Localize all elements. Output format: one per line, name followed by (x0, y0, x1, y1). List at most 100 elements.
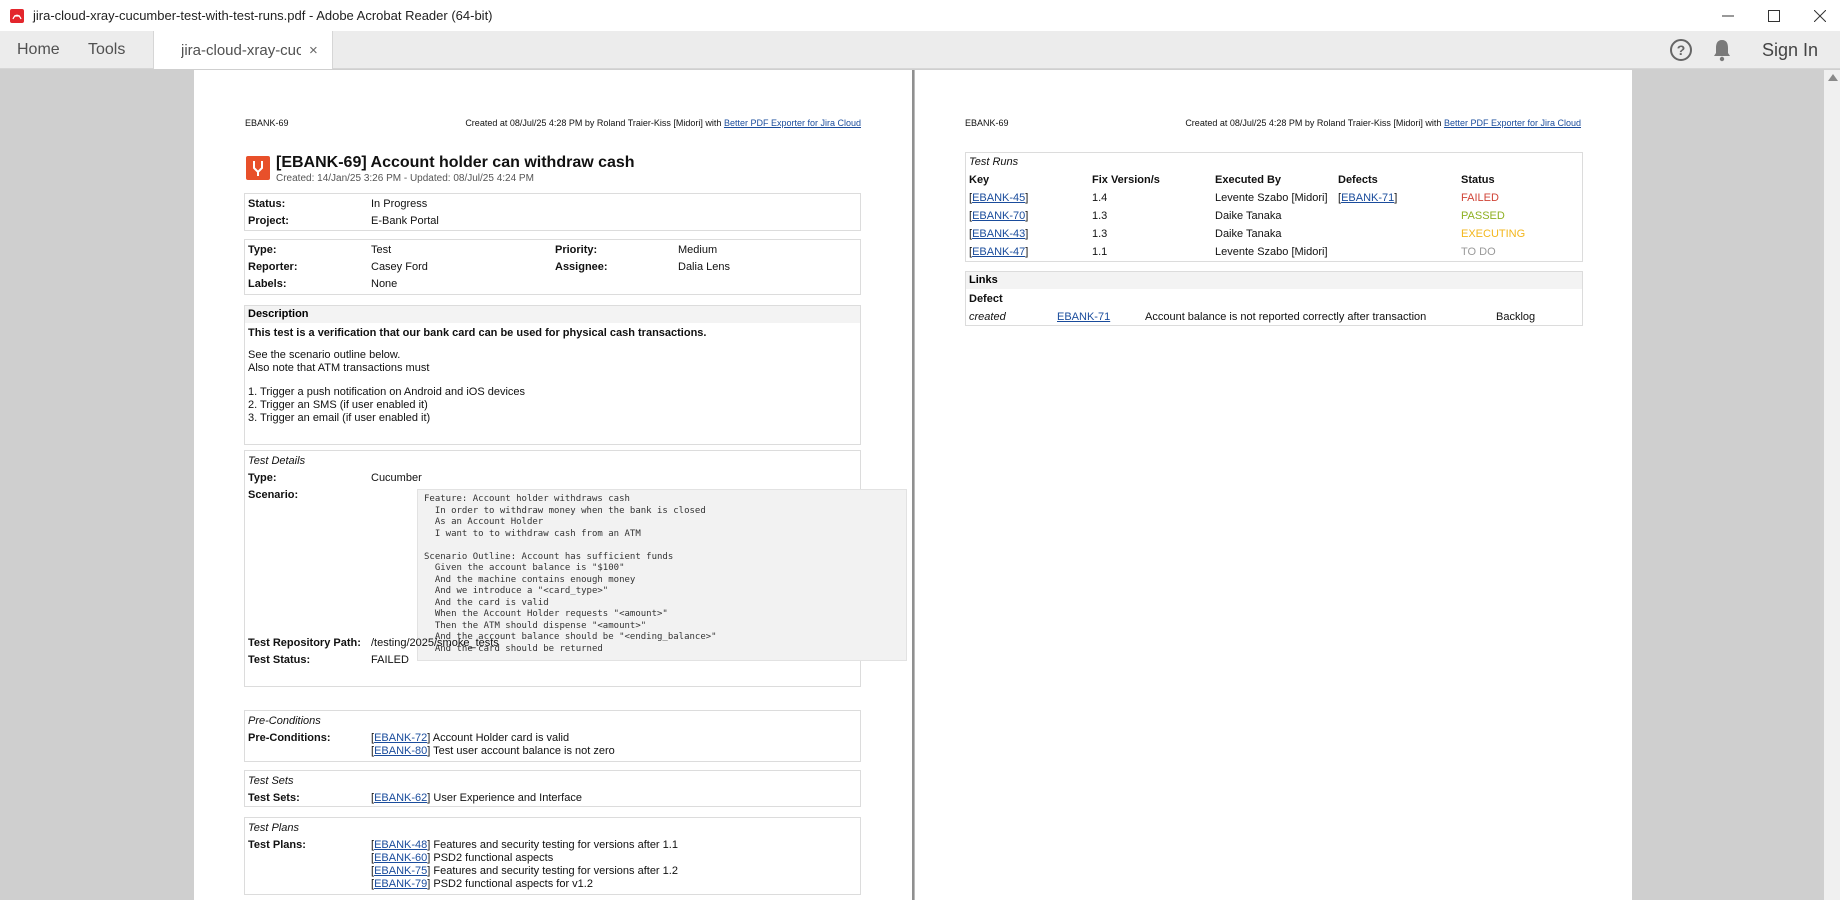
reporter-label: Reporter: (248, 261, 298, 273)
run-status: PASSED (1461, 210, 1505, 222)
test-set-item: [EBANK-62] User Experience and Interface (371, 792, 582, 804)
test-status-value: FAILED (371, 654, 409, 666)
precondition-item: [EBANK-80] Test user account balance is … (371, 745, 615, 757)
run-key: [EBANK-43] (969, 228, 1029, 240)
run-defect-link[interactable]: EBANK-71 (1341, 192, 1394, 204)
test-status-label: Test Status: (248, 654, 311, 666)
test-plan-link[interactable]: EBANK-79 (374, 878, 427, 890)
description-item: 3. Trigger an email (if user enabled it) (248, 412, 431, 424)
run-status: FAILED (1461, 192, 1499, 204)
tab-bar: Home Tools jira-cloud-xray-cuc... × ? Si… (0, 31, 1840, 69)
description-item: 2. Trigger an SMS (if user enabled it) (248, 399, 428, 411)
col-fix-version: Fix Version/s (1092, 174, 1160, 186)
page-header-key: EBANK-69 (245, 118, 289, 128)
notification-bell-icon[interactable] (1711, 37, 1733, 63)
scenario-code-block: Feature: Account holder withdraws cash I… (417, 489, 907, 661)
exporter-link[interactable]: Better PDF Exporter for Jira Cloud (1444, 118, 1581, 128)
run-key-link[interactable]: EBANK-47 (972, 246, 1025, 258)
priority-label: Priority: (555, 244, 598, 256)
run-executed-by: Daike Tanaka (1215, 228, 1282, 240)
test-runs-heading: Test Runs (969, 156, 1019, 168)
run-version: 1.3 (1092, 228, 1108, 240)
run-version: 1.1 (1092, 246, 1108, 258)
repo-path-value: /testing/2025/smoke_tests (371, 637, 499, 649)
close-window-button[interactable] (1797, 0, 1840, 31)
title-bar: jira-cloud-xray-cucumber-test-with-test-… (0, 0, 1840, 31)
tab-close-icon[interactable]: × (309, 42, 318, 59)
document-tab-label: jira-cloud-xray-cuc... (181, 41, 301, 59)
status-value: In Progress (371, 198, 428, 210)
page-header-created: Created at 08/Jul/25 4:28 PM by Roland T… (465, 118, 861, 128)
sign-in-button[interactable]: Sign In (1762, 31, 1818, 69)
run-executed-by: Levente Szabo [Midori] (1215, 246, 1328, 258)
exporter-link[interactable]: Better PDF Exporter for Jira Cloud (724, 118, 861, 128)
preconditions-box: Pre-Conditions Pre-Conditions: [EBANK-72… (244, 710, 861, 762)
page-header-created-text: Created at 08/Jul/25 4:28 PM by Roland T… (1185, 118, 1444, 128)
issue-meta: Created: 14/Jan/25 3:26 PM - Updated: 08… (276, 173, 534, 184)
scroll-up-icon[interactable] (1828, 74, 1838, 81)
page-header-key: EBANK-69 (965, 118, 1009, 128)
document-tab[interactable]: jira-cloud-xray-cuc... × (153, 31, 333, 69)
run-executed-by: Daike Tanaka (1215, 210, 1282, 222)
run-status: EXECUTING (1461, 228, 1526, 240)
test-plan-link[interactable]: EBANK-60 (374, 852, 427, 864)
preconditions-label: Pre-Conditions: (248, 732, 331, 744)
window-title: jira-cloud-xray-cucumber-test-with-test-… (33, 8, 493, 23)
links-box: Links Defect created EBANK-71 Account ba… (965, 271, 1583, 326)
run-executed-by: Levente Szabo [Midori] (1215, 192, 1328, 204)
run-key-link[interactable]: EBANK-45 (972, 192, 1025, 204)
run-key-link[interactable]: EBANK-70 (972, 210, 1025, 222)
type-label: Type: (248, 244, 277, 256)
test-plan-link[interactable]: EBANK-75 (374, 865, 427, 877)
type-value: Test (371, 244, 392, 256)
test-details-box: Test Details Type: Cucumber Scenario: Fe… (244, 450, 907, 687)
test-plans-label: Test Plans: (248, 839, 306, 851)
repo-path-label: Test Repository Path: (248, 637, 361, 649)
run-version: 1.4 (1092, 192, 1108, 204)
description-line2: See the scenario outline below. (248, 349, 401, 361)
links-heading: Links (966, 272, 1582, 289)
precondition-link[interactable]: EBANK-80 (374, 745, 427, 757)
status-label: Status: (248, 198, 286, 210)
precondition-text: Test user account balance is not zero (430, 745, 615, 757)
status-box: Status: In Progress Project: E-Bank Port… (244, 193, 861, 231)
td-type-value: Cucumber (371, 472, 422, 484)
home-tab[interactable]: Home (17, 31, 60, 69)
test-sets-box: Test Sets Test Sets: [EBANK-62] User Exp… (244, 770, 861, 807)
scenario-label: Scenario: (248, 489, 299, 501)
linked-defect-link[interactable]: EBANK-71 (1057, 311, 1110, 323)
precondition-link[interactable]: EBANK-72 (374, 732, 427, 744)
vertical-scrollbar[interactable] (1824, 70, 1840, 900)
page-header-created-text: Created at 08/Jul/25 4:28 PM by Roland T… (465, 118, 724, 128)
maximize-button[interactable] (1751, 0, 1797, 31)
col-executed-by: Executed By (1215, 174, 1282, 186)
test-plan-text: Features and security testing for versio… (430, 839, 678, 851)
tools-tab[interactable]: Tools (88, 31, 125, 69)
run-key: [EBANK-47] (969, 246, 1029, 258)
acrobat-icon (10, 8, 24, 23)
project-label: Project: (248, 215, 289, 227)
test-plan-item: [EBANK-60] PSD2 functional aspects (371, 852, 554, 864)
linked-defect-summary: Account balance is not reported correctl… (1145, 311, 1427, 323)
col-key: Key (969, 174, 990, 186)
run-key: [EBANK-45] (969, 192, 1029, 204)
test-sets-label: Test Sets: (248, 792, 300, 804)
assignee-value: Dalia Lens (678, 261, 730, 273)
test-plan-item: [EBANK-75] Features and security testing… (371, 865, 678, 877)
close-icon (1814, 9, 1826, 22)
test-issue-icon (246, 156, 270, 180)
test-plan-text: PSD2 functional aspects for v1.2 (430, 878, 593, 890)
test-plan-link[interactable]: EBANK-48 (374, 839, 427, 851)
precondition-text: Account Holder card is valid (430, 732, 570, 744)
precondition-item: [EBANK-72] Account Holder card is valid (371, 732, 570, 744)
test-plan-text: Features and security testing for versio… (430, 865, 678, 877)
run-key-link[interactable]: EBANK-43 (972, 228, 1025, 240)
issue-title: [EBANK-69] Account holder can withdraw c… (276, 154, 635, 171)
help-icon[interactable]: ? (1670, 39, 1692, 61)
minimize-button[interactable] (1705, 0, 1751, 31)
fields-box: Type: Test Priority: Medium Reporter: Ca… (244, 239, 861, 295)
test-plans-heading: Test Plans (248, 822, 299, 834)
test-plan-item: [EBANK-48] Features and security testing… (371, 839, 678, 851)
test-runs-box: Test Runs Key Fix Version/s Executed By … (965, 152, 1583, 262)
test-set-link[interactable]: EBANK-62 (374, 792, 427, 804)
